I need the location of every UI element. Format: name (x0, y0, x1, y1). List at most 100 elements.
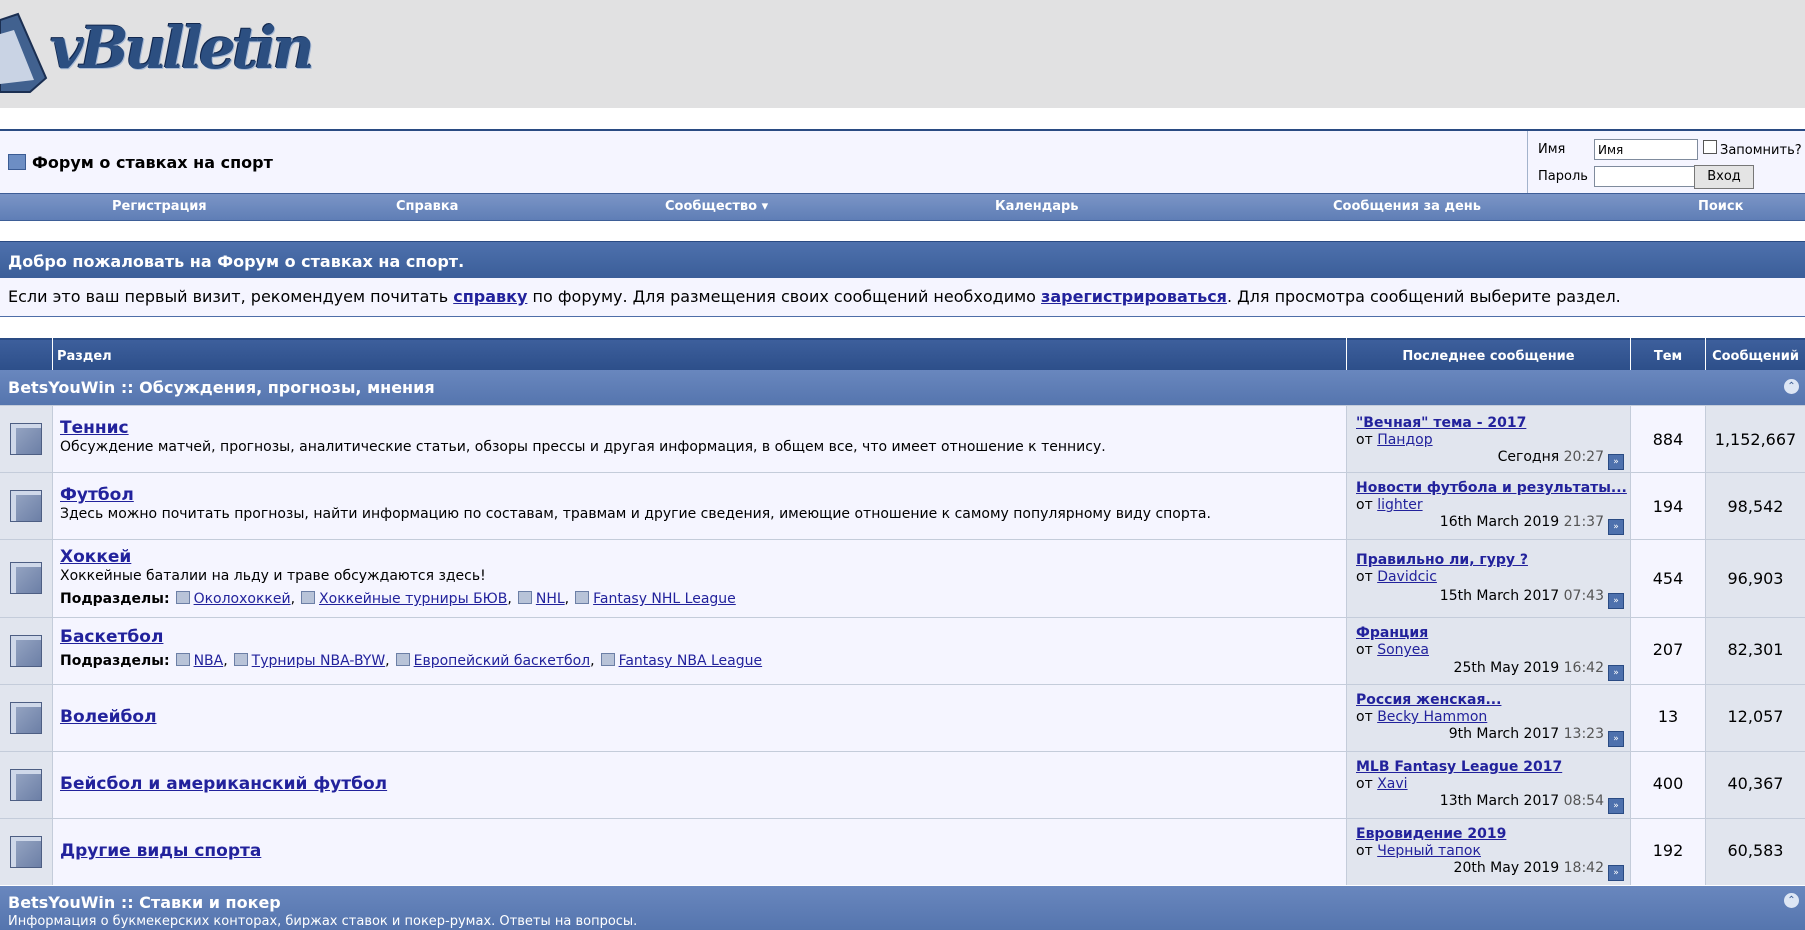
password-input[interactable] (1594, 166, 1698, 187)
threads-count: 207 (1652, 640, 1684, 659)
forum-name-link[interactable]: Теннис (60, 418, 129, 438)
header-last-post-label: Последнее сообщение (1402, 349, 1575, 364)
posts-cell: 96,903 (1706, 540, 1805, 617)
by-prefix: от (1356, 497, 1373, 513)
remember-checkbox[interactable] (1703, 140, 1717, 154)
subforums-label: Подразделы: (60, 591, 170, 607)
forum-status-cell (0, 540, 53, 617)
last-post-title[interactable]: Правильно ли, гуру ? (1356, 552, 1528, 568)
category-title[interactable]: BetsYouWin :: Обсуждения, прогнозы, мнен… (8, 378, 435, 397)
forum-info-cell: Другие виды спорта (53, 819, 1347, 885)
welcome-text-2: по форуму. Для размещения своих сообщени… (527, 287, 1042, 306)
help-link[interactable]: справку (453, 287, 527, 306)
forum-name-link[interactable]: Хоккей (60, 547, 131, 567)
menu-help[interactable]: Справка (396, 199, 458, 214)
subforum-link[interactable]: Европейский баскетбол (414, 653, 591, 669)
welcome-title: Добро пожаловать на Форум о ставках на с… (8, 252, 465, 271)
threads-cell: 13 (1631, 685, 1706, 751)
category-row[interactable]: BetsYouWin :: Обсуждения, прогнозы, мнен… (0, 370, 1805, 405)
subforum-link[interactable]: NBA (194, 653, 224, 669)
subforum-link[interactable]: Хоккейные турниры БЮВ (319, 591, 507, 607)
subforum-icon (575, 591, 590, 604)
category-row[interactable]: BetsYouWin :: Ставки и покер Информация … (0, 886, 1805, 930)
subforum-link[interactable]: NHL (536, 591, 565, 607)
forum-name-link[interactable]: Другие виды спорта (60, 841, 261, 861)
register-link[interactable]: зарегистрироваться (1041, 287, 1227, 306)
forum-name-link[interactable]: Бейсбол и американский футбол (60, 774, 387, 794)
last-post-author[interactable]: Пандор (1377, 432, 1432, 448)
menu-new-posts[interactable]: Сообщения за день (1333, 199, 1481, 214)
forum-name-link[interactable]: Футбол (60, 485, 134, 505)
last-post-author[interactable]: Sonyea (1377, 642, 1429, 658)
go-to-last-post-icon[interactable]: » (1608, 454, 1624, 470)
forum-name-link[interactable]: Волейбол (60, 707, 157, 727)
posts-cell: 1,152,667 (1706, 406, 1805, 472)
forum-status-cell (0, 685, 53, 751)
forum-navbar: Форум о ставках на спорт Имя Запомнить? … (0, 129, 1805, 193)
header-threads: Тем (1631, 338, 1705, 370)
last-post-cell: Правильно ли, гуру ? от Davidcic 15th Ma… (1347, 540, 1631, 617)
threads-cell: 194 (1631, 473, 1706, 539)
go-to-last-post-icon[interactable]: » (1608, 731, 1624, 747)
last-post-title[interactable]: Евровидение 2019 (1356, 826, 1506, 842)
threads-count: 884 (1652, 430, 1684, 449)
last-post-title[interactable]: MLB Fantasy League 2017 (1356, 759, 1562, 775)
last-post-title[interactable]: Франция (1356, 625, 1428, 641)
menu-community[interactable]: Сообщество ▾ (665, 199, 768, 214)
forum-row: Бейсбол и американский футбол MLB Fantas… (0, 751, 1805, 818)
subforum-link[interactable]: Турниры NBA-BYW (252, 653, 386, 669)
menu-search[interactable]: Поиск (1698, 199, 1743, 214)
go-to-last-post-icon[interactable]: » (1608, 798, 1624, 814)
go-to-last-post-icon[interactable]: » (1608, 519, 1624, 535)
forum-description: Обсуждение матчей, прогнозы, аналитическ… (60, 439, 1106, 455)
posts-cell: 40,367 (1706, 752, 1805, 818)
login-button[interactable]: Вход (1694, 165, 1754, 189)
last-post-day: 16th March 2019 (1439, 514, 1560, 530)
last-post-title[interactable]: "Вечная" тема - 2017 (1356, 415, 1526, 431)
last-post-time: 13:23 (1563, 726, 1604, 742)
forum-row: Волейбол Россия женская... от Becky Hamm… (0, 684, 1805, 751)
last-post-date: Сегодня 20:27» (1498, 449, 1624, 470)
password-label: Пароль (1538, 169, 1588, 184)
last-post-author[interactable]: lighter (1377, 497, 1422, 513)
last-post-title[interactable]: Россия женская... (1356, 692, 1501, 708)
go-to-last-post-icon[interactable]: » (1608, 665, 1624, 681)
collapse-icon[interactable]: ⌃ (1784, 379, 1799, 394)
subforum-link[interactable]: Fantasy NHL League (593, 591, 736, 607)
header-posts: Сообщений (1706, 338, 1805, 370)
last-post-title[interactable]: Новости футбола и результаты... (1356, 480, 1627, 496)
header-forum: Раздел (53, 338, 1346, 370)
last-post-author[interactable]: Xavi (1377, 776, 1407, 792)
remember-label: Запомнить? (1720, 143, 1802, 158)
forum-status-cell (0, 406, 53, 472)
posts-count: 82,301 (1727, 640, 1784, 659)
threads-count: 454 (1652, 569, 1684, 588)
threads-cell: 884 (1631, 406, 1706, 472)
username-input[interactable] (1594, 139, 1698, 160)
go-to-last-post-icon[interactable]: » (1608, 593, 1624, 609)
by-prefix: от (1356, 642, 1373, 658)
menu-calendar[interactable]: Календарь (995, 199, 1079, 214)
menu-register[interactable]: Регистрация (112, 199, 207, 214)
last-post-time: 18:42 (1563, 860, 1604, 876)
last-post-author[interactable]: Davidcic (1377, 569, 1437, 585)
subforum-icon (600, 653, 615, 666)
last-post-cell: Новости футбола и результаты... от light… (1347, 473, 1631, 539)
last-post-author[interactable]: Черный тапок (1377, 843, 1481, 859)
last-post-author[interactable]: Becky Hammon (1377, 709, 1487, 725)
subforum-icon (301, 591, 316, 604)
collapse-icon[interactable]: ⌃ (1784, 893, 1799, 908)
posts-count: 1,152,667 (1714, 430, 1797, 449)
forum-info-cell: Теннис Обсуждение матчей, прогнозы, анал… (53, 406, 1347, 472)
forum-title[interactable]: Форум о ставках на спорт (8, 153, 273, 172)
forum-status-icon (10, 562, 42, 594)
subforum-link[interactable]: Околохоккей (194, 591, 291, 607)
subforum-link[interactable]: Fantasy NBA League (619, 653, 763, 669)
last-post-time: 16:42 (1563, 660, 1604, 676)
go-to-last-post-icon[interactable]: » (1608, 865, 1624, 881)
threads-cell: 454 (1631, 540, 1706, 617)
category-title[interactable]: BetsYouWin :: Ставки и покер (8, 893, 281, 912)
forum-name-link[interactable]: Баскетбол (60, 627, 163, 647)
forum-status-icon (10, 635, 42, 667)
forum-status-cell (0, 473, 53, 539)
